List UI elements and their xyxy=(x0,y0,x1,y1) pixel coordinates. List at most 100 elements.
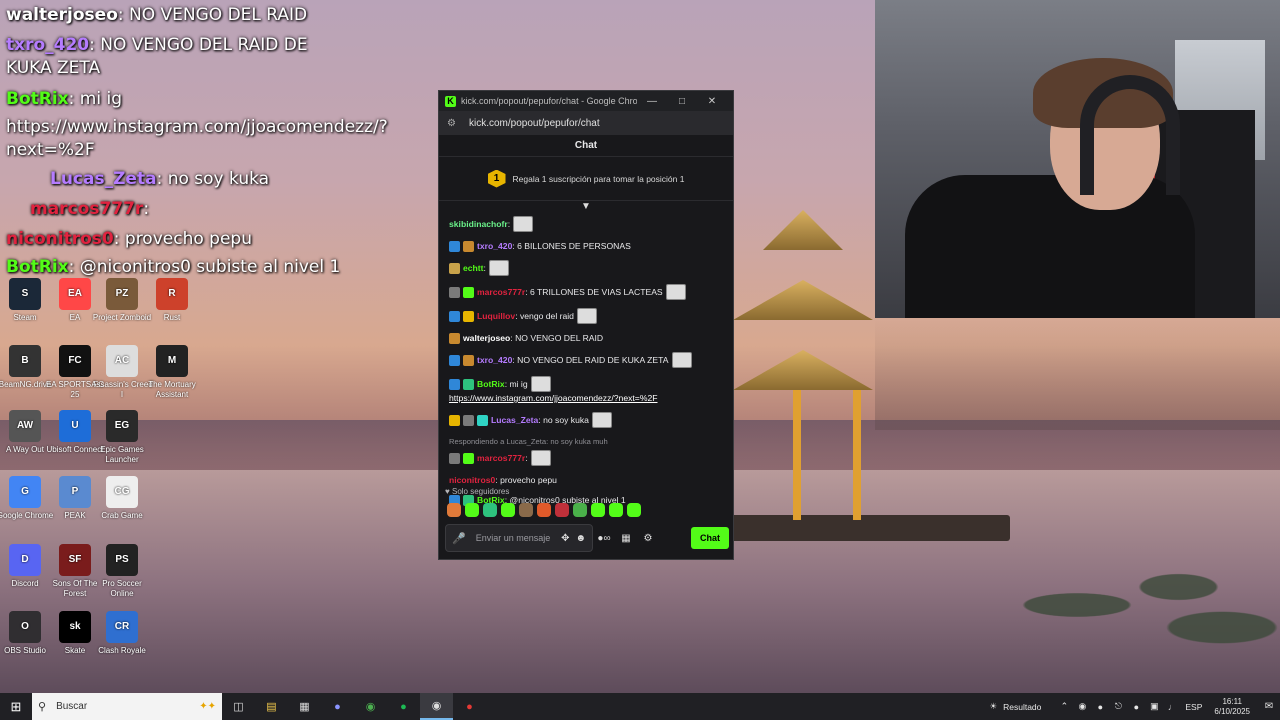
window-titlebar[interactable]: K kick.com/popout/pepufor/chat - Google … xyxy=(439,91,733,111)
chat-message[interactable]: niconitros0: provecho pepu xyxy=(449,474,729,486)
desktop-icon[interactable]: CR Clash Royale xyxy=(90,611,154,656)
emote-button[interactable] xyxy=(465,503,479,517)
emote-button[interactable] xyxy=(537,503,551,517)
chat-message[interactable]: BotRix: mi ig https://www.instagram.com/j… xyxy=(449,376,729,404)
chrome-taskbar-icon[interactable]: ◉ xyxy=(354,693,387,720)
chat-emote-icon xyxy=(671,352,692,368)
volume-icon[interactable]: ♩ xyxy=(1165,702,1179,712)
emote-button[interactable] xyxy=(555,503,569,517)
chat-message[interactable]: Lucas_Zeta: no soy kuka xyxy=(449,412,729,428)
pin-icon[interactable]: ▼ xyxy=(439,201,733,215)
app-icon: SF xyxy=(59,544,91,576)
taskbar: ⊞ ⚲ Buscar ✦✦ ◫ ▤ ▦ ● ◉ ● ◉ ● ☀ Resultad… xyxy=(0,693,1280,720)
close-icon[interactable]: ✕ xyxy=(697,96,727,107)
chat-text: : xyxy=(525,453,528,463)
chat-input-row: 🎤 Enviar un mensaje ✥ ☻ ●∞ ▦ ⚙ Chat xyxy=(445,524,729,552)
sub-goal-banner[interactable]: 1 Regala 1 suscripción para tomar la pos… xyxy=(439,157,733,201)
settings-icon[interactable]: ⚙ xyxy=(637,533,659,544)
desktop-icon[interactable]: M The Mortuary Assistant xyxy=(140,345,204,400)
points-icon[interactable]: ●∞ xyxy=(593,533,615,544)
microphone-tray-icon[interactable]: ● xyxy=(1129,702,1143,712)
app-icon: CG xyxy=(106,476,138,508)
tray-app-icon[interactable]: ◉ xyxy=(1075,701,1089,712)
chat-emote-icon xyxy=(530,376,551,392)
emote-button[interactable] xyxy=(609,503,623,517)
file-explorer-icon[interactable]: ▤ xyxy=(255,693,288,720)
task-view-icon[interactable]: ◫ xyxy=(222,693,255,720)
chat-message[interactable]: marcos777r: 6 TRILLONES DE VIAS LACTEAS xyxy=(449,284,729,300)
wallpaper-lilies xyxy=(990,560,1280,650)
desktop-icon-label: The Mortuary Assistant xyxy=(148,380,196,399)
emoji-icon[interactable]: ☻ xyxy=(575,533,586,544)
chat-link[interactable]: https://www.instagram.com/jjoacomendezz/… xyxy=(449,393,658,403)
chat-message[interactable]: walterjoseo: NO VENGO DEL RAID xyxy=(449,332,729,344)
address-bar[interactable]: ⚙ kick.com/popout/pepufor/chat xyxy=(439,111,733,135)
chat-emote-icon xyxy=(591,412,612,428)
chat-username[interactable]: Luquillov xyxy=(477,310,515,322)
chat-username[interactable]: txro_420 xyxy=(477,240,512,252)
user-badge-icon xyxy=(463,414,474,426)
chat-message[interactable]: txro_420: 6 BILLONES DE PERSONAS xyxy=(449,240,729,252)
usb-icon[interactable]: ⎋ xyxy=(1111,701,1125,712)
emote-button[interactable] xyxy=(627,503,641,517)
microsoft-store-icon[interactable]: ▦ xyxy=(288,693,321,720)
emote-button[interactable] xyxy=(501,503,515,517)
language-indicator[interactable]: ESP xyxy=(1185,702,1202,712)
chat-text: : no soy kuka xyxy=(538,415,589,425)
chat-username[interactable]: marcos777r xyxy=(477,452,525,464)
app-icon: CR xyxy=(106,611,138,643)
app-icon: P xyxy=(59,476,91,508)
emote-button[interactable] xyxy=(591,503,605,517)
site-settings-icon[interactable]: ⚙ xyxy=(447,118,461,129)
desktop-icon[interactable]: EG Epic Games Launcher xyxy=(90,410,154,465)
tray-app-icon[interactable]: ● xyxy=(1093,702,1107,712)
emote-button[interactable] xyxy=(483,503,497,517)
chat-username[interactable]: niconitros0 xyxy=(449,474,495,486)
store-icon[interactable]: ▦ xyxy=(615,533,637,544)
desktop-icon[interactable]: R Rust xyxy=(140,278,204,323)
discord-taskbar-icon[interactable]: ● xyxy=(321,693,354,720)
chat-username[interactable]: txro_420 xyxy=(477,354,512,366)
overlay-line: BotRix: mi ig xyxy=(6,89,122,109)
microphone-icon[interactable]: 🎤 xyxy=(452,532,466,545)
send-chat-button[interactable]: Chat xyxy=(691,527,729,549)
app-icon: O xyxy=(9,611,41,643)
emote-button[interactable] xyxy=(573,503,587,517)
chat-message[interactable]: Luquillov: vengo del raid xyxy=(449,308,729,324)
desktop-icon[interactable]: PS Pro Soccer Online xyxy=(90,544,154,599)
chat-input[interactable]: 🎤 Enviar un mensaje ✥ ☻ xyxy=(445,524,593,552)
weather-label[interactable]: Resultado xyxy=(1003,702,1041,712)
chat-emote-icon xyxy=(576,308,597,324)
app-taskbar-icon[interactable]: ● xyxy=(453,693,486,720)
chat-message[interactable]: echtt: xyxy=(449,260,729,276)
obs-taskbar-icon[interactable]: ◉ xyxy=(420,693,453,720)
chat-username[interactable]: echtt xyxy=(463,262,484,274)
spotify-taskbar-icon[interactable]: ● xyxy=(387,693,420,720)
notification-icon[interactable]: ✉ xyxy=(1258,701,1280,712)
clock[interactable]: 16:11 6/10/2025 xyxy=(1214,697,1250,717)
chat-message[interactable]: marcos777r: xyxy=(449,450,729,466)
maximize-icon[interactable]: □ xyxy=(667,96,697,107)
chat-username[interactable]: walterjoseo xyxy=(463,332,510,344)
app-icon: FC xyxy=(59,345,91,377)
network-icon[interactable]: ▣ xyxy=(1147,701,1161,712)
minimize-icon[interactable]: — xyxy=(637,96,667,107)
chat-username[interactable]: marcos777r xyxy=(477,286,525,298)
emote-button[interactable] xyxy=(519,503,533,517)
taskbar-search[interactable]: ⚲ Buscar ✦✦ xyxy=(32,693,222,720)
chat-message[interactable]: txro_420: NO VENGO DEL RAID DE KUKA ZETA xyxy=(449,352,729,368)
desktop-icon[interactable]: CG Crab Game xyxy=(90,476,154,521)
emote-button[interactable] xyxy=(447,503,461,517)
hidden-icons-chevron-icon[interactable]: ⌃ xyxy=(1057,701,1071,712)
chat-username[interactable]: Lucas_Zeta xyxy=(491,414,538,426)
chat-username[interactable]: skibidinachofr xyxy=(449,218,508,230)
chat-message[interactable]: skibidinachofr: xyxy=(449,216,729,232)
chat-username[interactable]: BotRix xyxy=(477,378,505,390)
weather-icon[interactable]: ☀ xyxy=(989,701,997,712)
user-badge-icon xyxy=(463,286,474,298)
windows-start-icon[interactable]: ⊞ xyxy=(0,699,32,715)
chat-emote-icon xyxy=(665,284,686,300)
system-tray: ☀ Resultado ⌃ ◉ ● ⎋ ● ▣ ♩ ESP 16:11 6/10… xyxy=(989,693,1280,720)
wallpaper-trees xyxy=(875,320,1280,430)
translate-icon[interactable]: ✥ xyxy=(561,533,569,544)
